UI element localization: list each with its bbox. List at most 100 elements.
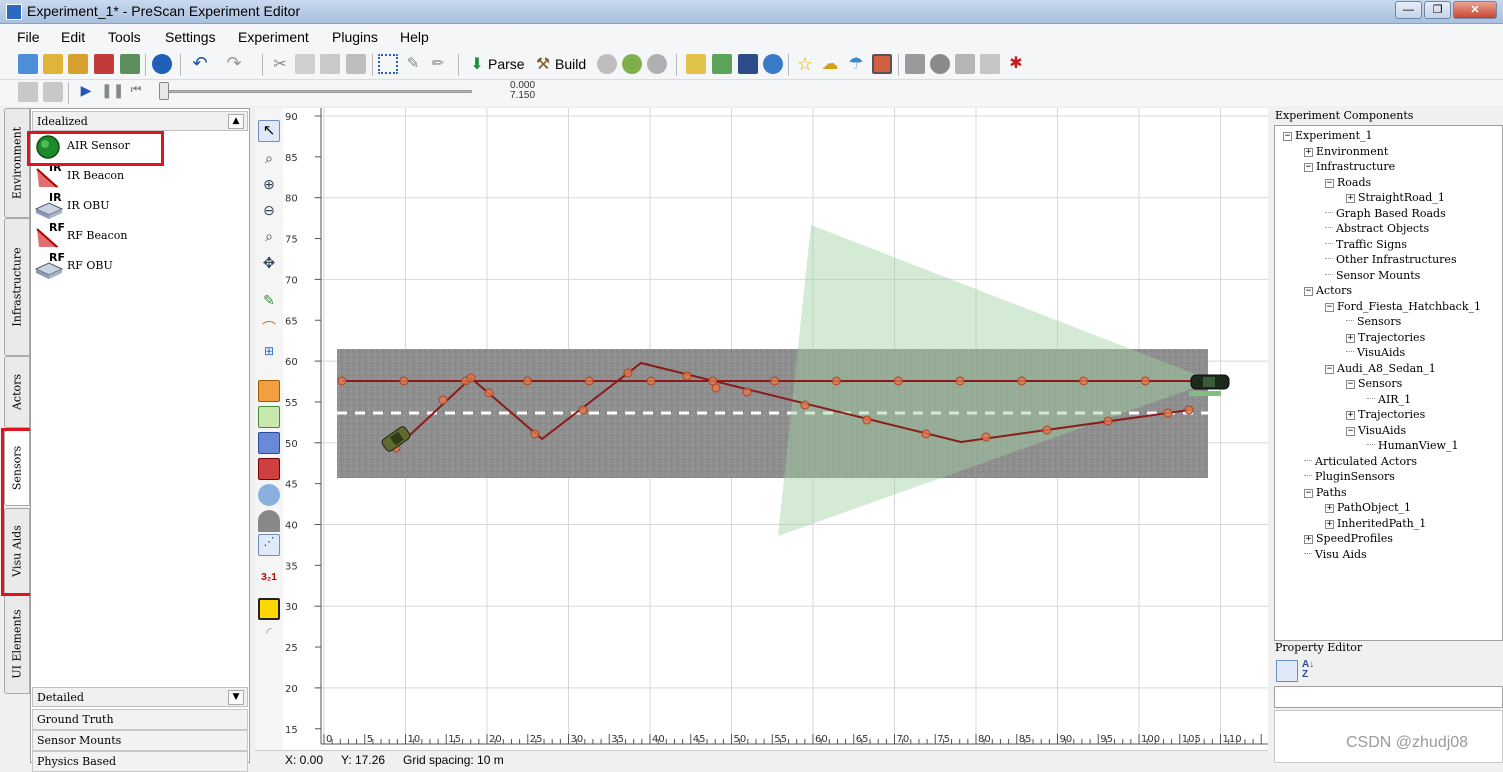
menu-file[interactable]: File (17, 29, 40, 45)
palette-item-rf-obu[interactable]: RF RF OBU (35, 251, 245, 281)
collapse-icon[interactable]: − (1304, 163, 1313, 172)
world-icon[interactable] (622, 54, 642, 74)
zoom-window-icon[interactable]: ⌕ (258, 228, 280, 250)
regenerate-icon[interactable] (597, 54, 617, 74)
copy-icon[interactable] (295, 54, 315, 74)
calendar-icon[interactable] (738, 54, 758, 74)
expand-icon[interactable]: + (1304, 535, 1313, 544)
palette-item-air-sensor[interactable]: AIR Sensor (35, 133, 245, 161)
tree-node[interactable]: AIR_1 (1367, 393, 1411, 408)
waypoint-dot[interactable] (399, 376, 409, 386)
collapse-icon[interactable]: − (1346, 426, 1355, 436)
tree-node[interactable]: Sensors (1346, 315, 1401, 330)
sort-az-icon[interactable]: A↓ Z (1302, 660, 1324, 682)
tree-node[interactable]: Graph Based Roads (1325, 207, 1446, 222)
tree-node[interactable]: HumanView_1 (1367, 439, 1458, 454)
subsection-ground-truth[interactable]: Ground Truth (32, 709, 248, 730)
tree-node[interactable]: − Actors (1304, 284, 1352, 299)
collapse-icon[interactable]: − (1325, 364, 1334, 374)
zoom-in-icon[interactable]: ⊕ (258, 176, 280, 198)
numbering-icon[interactable]: 3₂1 (258, 572, 280, 594)
zoom-out-icon[interactable]: ⊖ (258, 202, 280, 224)
tree-node[interactable]: Articulated Actors (1304, 455, 1417, 470)
waypoint-dot[interactable] (438, 395, 448, 405)
star-icon[interactable]: ☆ (795, 54, 815, 74)
color-icon[interactable] (258, 598, 280, 620)
waypoint-dot[interactable] (484, 388, 494, 398)
waypoint-dot[interactable] (893, 376, 903, 386)
tab-ui-elements[interactable]: UI Elements (4, 594, 30, 694)
tree-node[interactable]: − VisuAids (1346, 424, 1406, 439)
paste-special-icon[interactable] (346, 54, 366, 74)
waypoint-dot[interactable] (711, 383, 721, 393)
tree-node[interactable]: − Experiment_1 (1283, 129, 1373, 144)
tree-node[interactable]: + SpeedProfiles (1304, 532, 1393, 547)
waypoint-dot[interactable] (1163, 408, 1173, 418)
save-as-icon[interactable] (120, 54, 140, 74)
menu-experiment[interactable]: Experiment (238, 29, 309, 45)
waypoint-dot[interactable] (584, 376, 594, 386)
waypoint-dot[interactable] (1140, 376, 1150, 386)
tab-infrastructure[interactable]: Infrastructure (4, 218, 30, 356)
expand-icon[interactable]: + (1346, 194, 1355, 203)
tree-node[interactable]: − Roads (1325, 176, 1371, 191)
collapse-icon[interactable]: − (1346, 380, 1355, 389)
measure-icon[interactable]: ⋰ (258, 534, 280, 556)
curve-path-icon[interactable]: ⌒ (258, 318, 280, 340)
waypoint-dot[interactable] (530, 429, 540, 439)
layers-icon[interactable] (955, 54, 975, 74)
waypoint-dot[interactable] (1103, 416, 1113, 426)
undo-icon[interactable]: ↶ (190, 54, 210, 74)
waypoint-dot[interactable] (1042, 425, 1052, 435)
expand-icon[interactable]: + (1325, 504, 1334, 513)
waypoint-dot[interactable] (522, 376, 532, 386)
tree-node[interactable]: − Paths (1304, 486, 1347, 501)
palette-item-ir-obu[interactable]: IR IR OBU (35, 191, 245, 221)
tree-node[interactable]: + InheritedPath_1 (1325, 517, 1426, 532)
categorized-icon[interactable] (1276, 660, 1298, 682)
tab-sensors[interactable]: Sensors (4, 430, 30, 506)
waypoint-dot[interactable] (337, 376, 347, 386)
tab-actors[interactable]: Actors (4, 356, 30, 428)
sensor-left-icon[interactable] (258, 380, 280, 402)
collapse-icon[interactable]: − (1304, 287, 1313, 296)
wrench-icon[interactable]: ✎ (403, 54, 423, 74)
tree-node[interactable]: − Audi_A8_Sedan_1 (1325, 362, 1436, 377)
align-icon[interactable] (905, 54, 925, 74)
palette-item-rf-beacon[interactable]: RF RF Beacon (35, 221, 245, 251)
tree-node[interactable]: + PathObject_1 (1325, 501, 1411, 516)
waypoint-dot[interactable] (1017, 376, 1027, 386)
sensor-beam-icon[interactable] (258, 432, 280, 454)
cut-icon[interactable]: ✂ (270, 54, 290, 74)
waypoint-dot[interactable] (862, 415, 872, 425)
open-icon[interactable] (43, 54, 63, 74)
export-icon[interactable] (980, 54, 1000, 74)
tree-node[interactable]: − Sensors (1346, 377, 1402, 392)
tab-environment[interactable]: Environment (4, 108, 30, 218)
tree-node[interactable]: Abstract Objects (1325, 222, 1429, 237)
waypoint-dot[interactable] (623, 368, 633, 378)
tree-node[interactable]: VisuAids (1346, 346, 1405, 361)
tree-node[interactable]: + Trajectories (1346, 408, 1425, 423)
maximize-button[interactable]: ❐ (1424, 1, 1451, 19)
new-icon[interactable] (18, 54, 38, 74)
select-all-icon[interactable] (378, 54, 398, 74)
menu-settings[interactable]: Settings (165, 29, 216, 45)
arc-icon[interactable]: ◜ (258, 624, 280, 646)
invalidate-icon[interactable] (647, 54, 667, 74)
shield-icon[interactable] (930, 54, 950, 74)
collapse-down-icon[interactable]: ▼ (228, 690, 244, 705)
record-icon[interactable] (258, 458, 280, 480)
rewind-icon[interactable]: ⏮ (126, 82, 146, 102)
audi-a8-car[interactable] (1189, 374, 1230, 396)
timeline-track[interactable] (160, 90, 472, 93)
globe-icon[interactable] (763, 54, 783, 74)
waypoint-dot[interactable] (742, 387, 752, 397)
waypoint-dot[interactable] (646, 376, 656, 386)
pan-icon[interactable]: ✥ (258, 254, 280, 276)
timeline-slider[interactable] (159, 82, 169, 100)
tree-node[interactable]: − Infrastructure (1304, 160, 1395, 175)
waypoint-dot[interactable] (1079, 376, 1089, 386)
image-icon[interactable] (872, 54, 892, 74)
waypoint-dot[interactable] (682, 371, 692, 381)
